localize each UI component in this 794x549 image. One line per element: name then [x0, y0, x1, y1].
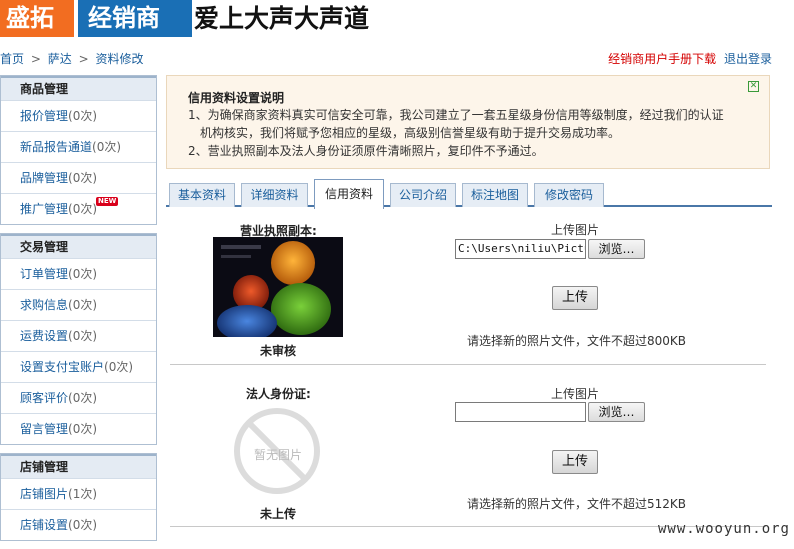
notice-line-1b: 机构核实，我们将赋予您相应的星级，高级别信誉星级有助于提升交易成功率。	[200, 124, 620, 142]
sidebar-item-count: (0次)	[68, 109, 97, 123]
sidebar-item-label: 设置支付宝账户	[20, 360, 104, 374]
license-upload-label: 上传图片	[551, 221, 599, 238]
sidebar-item-count: (0次)	[68, 329, 97, 343]
license-photo	[213, 237, 343, 337]
id-card-upload-button[interactable]: 上传	[552, 450, 598, 474]
tab-detail-info[interactable]: 详细资料	[241, 183, 308, 207]
sidebar-item-label: 运费设置	[20, 329, 68, 343]
sidebar-item-quotes[interactable]: 报价管理(0次)	[1, 100, 156, 131]
sidebar: 商品管理 报价管理(0次) 新品报告通道(0次) 品牌管理(0次) 推广管理(0…	[0, 75, 157, 549]
sidebar-item-reviews[interactable]: 顾客评价(0次)	[1, 382, 156, 413]
watermark: www.wooyun.org	[658, 521, 790, 537]
sidebar-item-messages[interactable]: 留言管理(0次)	[1, 413, 156, 444]
breadcrumb-current: 资料修改	[95, 52, 143, 66]
breadcrumb-shop[interactable]: 萨达	[48, 52, 72, 66]
sidebar-item-alipay[interactable]: 设置支付宝账户(0次)	[1, 351, 156, 382]
breadcrumb-separator: >	[31, 52, 41, 66]
id-card-file-input[interactable]	[455, 402, 586, 422]
close-icon[interactable]: ✕	[748, 81, 759, 92]
sidebar-item-brands[interactable]: 品牌管理(0次)	[1, 162, 156, 193]
new-badge: NEW	[96, 197, 118, 206]
sidebar-item-purchase-requests[interactable]: 求购信息(0次)	[1, 289, 156, 320]
sidebar-item-label: 求购信息	[20, 298, 68, 312]
sidebar-item-count: (0次)	[68, 202, 97, 216]
notice-line-1: 1、为确保商家资料真实可信安全可靠，我公司建立了一套五星级身份信用等级制度，经过…	[188, 106, 724, 124]
tab-credit-info[interactable]: 信用资料	[314, 179, 384, 209]
notice-line-2: 2、营业执照副本及法人身份证须原件清晰照片，复印件不予通过。	[188, 142, 544, 160]
id-card-label: 法人身份证:	[246, 385, 311, 402]
breadcrumb-separator: >	[79, 52, 89, 66]
license-hint: 请选择新的照片文件，文件不超过800KB	[467, 332, 686, 349]
sidebar-item-label: 订单管理	[20, 267, 68, 281]
sidebar-item-label: 推广管理	[20, 202, 68, 216]
license-browse-button[interactable]: 浏览…	[588, 239, 645, 259]
id-card-browse-button[interactable]: 浏览…	[588, 402, 645, 422]
logo-part1: 盛拓	[0, 0, 74, 37]
sidebar-item-shipping[interactable]: 运费设置(0次)	[1, 320, 156, 351]
menu-group-title: 店铺管理	[1, 454, 156, 478]
menu-group-trade: 交易管理 订单管理(0次) 求购信息(0次) 运费设置(0次) 设置支付宝账户(…	[0, 233, 157, 445]
tab-company-intro[interactable]: 公司介绍	[390, 183, 456, 207]
tab-change-password[interactable]: 修改密码	[534, 183, 604, 207]
sidebar-item-count: (0次)	[92, 140, 121, 154]
sidebar-item-count: (0次)	[68, 391, 97, 405]
sidebar-item-count: (0次)	[68, 171, 97, 185]
sidebar-item-label: 新品报告通道	[20, 140, 92, 154]
section-divider	[170, 364, 766, 365]
sidebar-item-label: 品牌管理	[20, 171, 68, 185]
sidebar-item-label: 店铺设置	[20, 518, 68, 532]
sidebar-item-count: (0次)	[104, 360, 133, 374]
sidebar-item-label: 留言管理	[20, 422, 68, 436]
sidebar-item-store-settings[interactable]: 店铺设置(0次)	[1, 509, 156, 540]
sidebar-item-store-images[interactable]: 店铺图片(1次)	[1, 478, 156, 509]
tab-map[interactable]: 标注地图	[462, 183, 528, 207]
tab-basic-info[interactable]: 基本资料	[169, 183, 235, 207]
id-card-status: 未上传	[260, 505, 296, 522]
top-links: 经销商用户手册下载 退出登录	[608, 50, 772, 67]
license-file-input[interactable]: C:\Users\niliu\Pictur	[455, 239, 586, 259]
header: 盛拓 经销商 爱上大声大声道	[0, 0, 794, 42]
id-card-upload-label: 上传图片	[551, 385, 599, 402]
sidebar-item-count: (0次)	[68, 518, 97, 532]
sidebar-item-count: (1次)	[68, 487, 97, 501]
sidebar-item-promotion[interactable]: 推广管理(0次)NEW	[1, 193, 156, 224]
tab-bar: 基本资料 详细资料 信用资料 公司介绍 标注地图 修改密码	[166, 179, 772, 207]
license-status: 未审核	[260, 342, 296, 359]
notice-box: 信用资料设置说明 1、为确保商家资料真实可信安全可靠，我公司建立了一套五星级身份…	[166, 75, 770, 169]
sidebar-item-new-products[interactable]: 新品报告通道(0次)	[1, 131, 156, 162]
menu-group-goods: 商品管理 报价管理(0次) 新品报告通道(0次) 品牌管理(0次) 推广管理(0…	[0, 75, 157, 225]
sidebar-item-label: 顾客评价	[20, 391, 68, 405]
sidebar-item-orders[interactable]: 订单管理(0次)	[1, 258, 156, 289]
license-upload-button[interactable]: 上传	[552, 286, 598, 310]
shop-name: 爱上大声大声道	[194, 2, 369, 36]
sidebar-item-count: (0次)	[68, 267, 97, 281]
sidebar-item-label: 店铺图片	[20, 487, 68, 501]
manual-download-link[interactable]: 经销商用户手册下载	[608, 52, 716, 66]
breadcrumb: 首页 > 萨达 > 资料修改	[0, 50, 146, 66]
logout-link[interactable]: 退出登录	[724, 52, 772, 66]
sidebar-item-label: 报价管理	[20, 109, 68, 123]
menu-group-title: 商品管理	[1, 76, 156, 100]
menu-group-store: 店铺管理 店铺图片(1次) 店铺设置(0次)	[0, 453, 157, 541]
notice-title: 信用资料设置说明	[188, 89, 284, 106]
menu-group-title: 交易管理	[1, 234, 156, 258]
breadcrumb-home[interactable]: 首页	[0, 52, 24, 66]
no-image-text: 暂无图片	[254, 446, 302, 463]
sidebar-item-count: (0次)	[68, 298, 97, 312]
logo-part2: 经销商	[78, 0, 192, 37]
id-card-hint: 请选择新的照片文件，文件不超过512KB	[467, 495, 686, 512]
sidebar-item-count: (0次)	[68, 422, 97, 436]
